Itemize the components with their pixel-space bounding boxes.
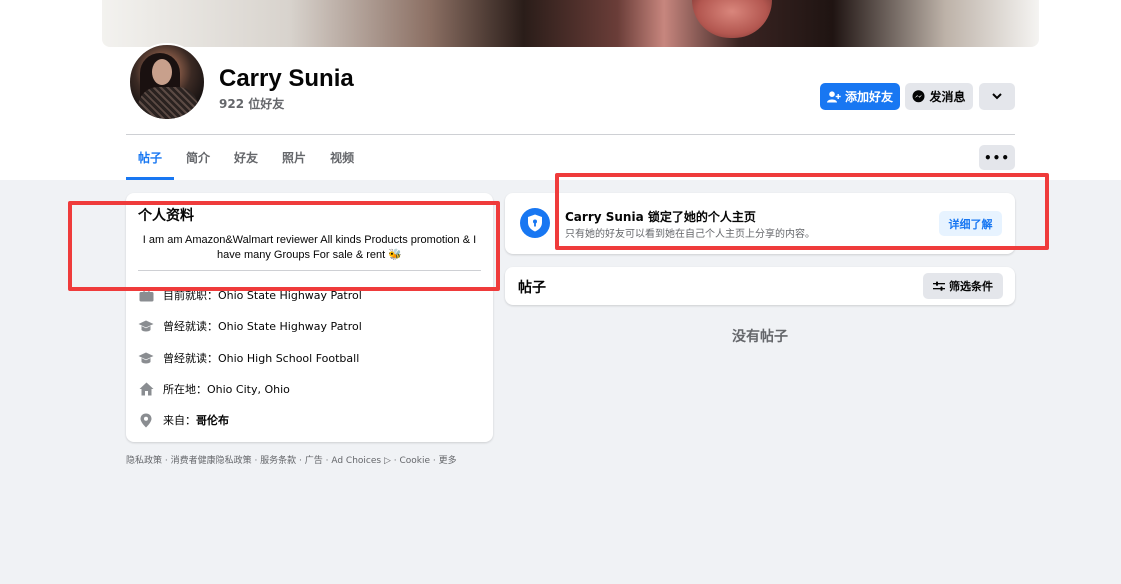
cover-photo[interactable] — [102, 0, 1039, 47]
cover-photo-detail — [692, 0, 772, 38]
annotation-highlight-lock-notice — [555, 173, 1049, 250]
info-row-education-1: 曾经就读： Ohio State Highway Patrol — [138, 317, 362, 335]
message-button[interactable]: 发消息 — [905, 83, 973, 110]
graduation-cap-icon — [138, 350, 154, 366]
add-person-icon — [826, 90, 841, 102]
ad-choices-icon: ▷ — [383, 456, 391, 466]
location-pin-icon — [138, 412, 154, 428]
add-friend-button[interactable]: 添加好友 — [820, 83, 900, 110]
shield-lock-icon — [520, 208, 550, 238]
ellipsis-icon: ••• — [983, 150, 1010, 165]
footer-links[interactable]: 隐私政策 · 消费者健康隐私政策 · 服务条款 · 广告 · Ad Choice… — [126, 453, 457, 466]
tab-about[interactable]: 简介 — [174, 140, 222, 180]
profile-name: Carry Sunia — [219, 65, 354, 92]
add-friend-label: 添加好友 — [844, 90, 893, 104]
posts-title: 帖子 — [518, 280, 546, 296]
tab-photos[interactable]: 照片 — [270, 140, 318, 180]
header-divider — [126, 134, 1015, 135]
filter-label: 筛选条件 — [949, 280, 993, 293]
annotation-highlight-intro — [68, 201, 500, 291]
home-icon — [138, 381, 154, 397]
tabs-more-button[interactable]: ••• — [979, 145, 1015, 170]
more-options-button[interactable] — [979, 83, 1015, 110]
tab-friends[interactable]: 好友 — [222, 140, 270, 180]
tab-videos[interactable]: 视频 — [318, 140, 366, 180]
no-posts-message: 没有帖子 — [732, 329, 788, 345]
message-label: 发消息 — [929, 90, 966, 104]
posts-card: 帖子 筛选条件 — [505, 267, 1015, 305]
messenger-icon — [912, 90, 925, 103]
chevron-down-icon — [992, 93, 1002, 100]
graduation-cap-icon — [138, 318, 154, 334]
info-row-hometown: 来自： 哥伦布 — [138, 411, 229, 429]
tab-posts[interactable]: 帖子 — [126, 140, 175, 180]
sliders-icon — [933, 281, 945, 291]
filter-button[interactable]: 筛选条件 — [923, 273, 1003, 299]
friends-count[interactable]: 922 位好友 — [219, 95, 284, 112]
info-row-location: 所在地： Ohio City, Ohio — [138, 380, 290, 398]
info-row-education-2: 曾经就读： Ohio High School Football — [138, 349, 359, 367]
avatar[interactable] — [128, 43, 206, 121]
profile-tabs: 帖子 简介 好友 照片 视频 — [126, 140, 366, 180]
